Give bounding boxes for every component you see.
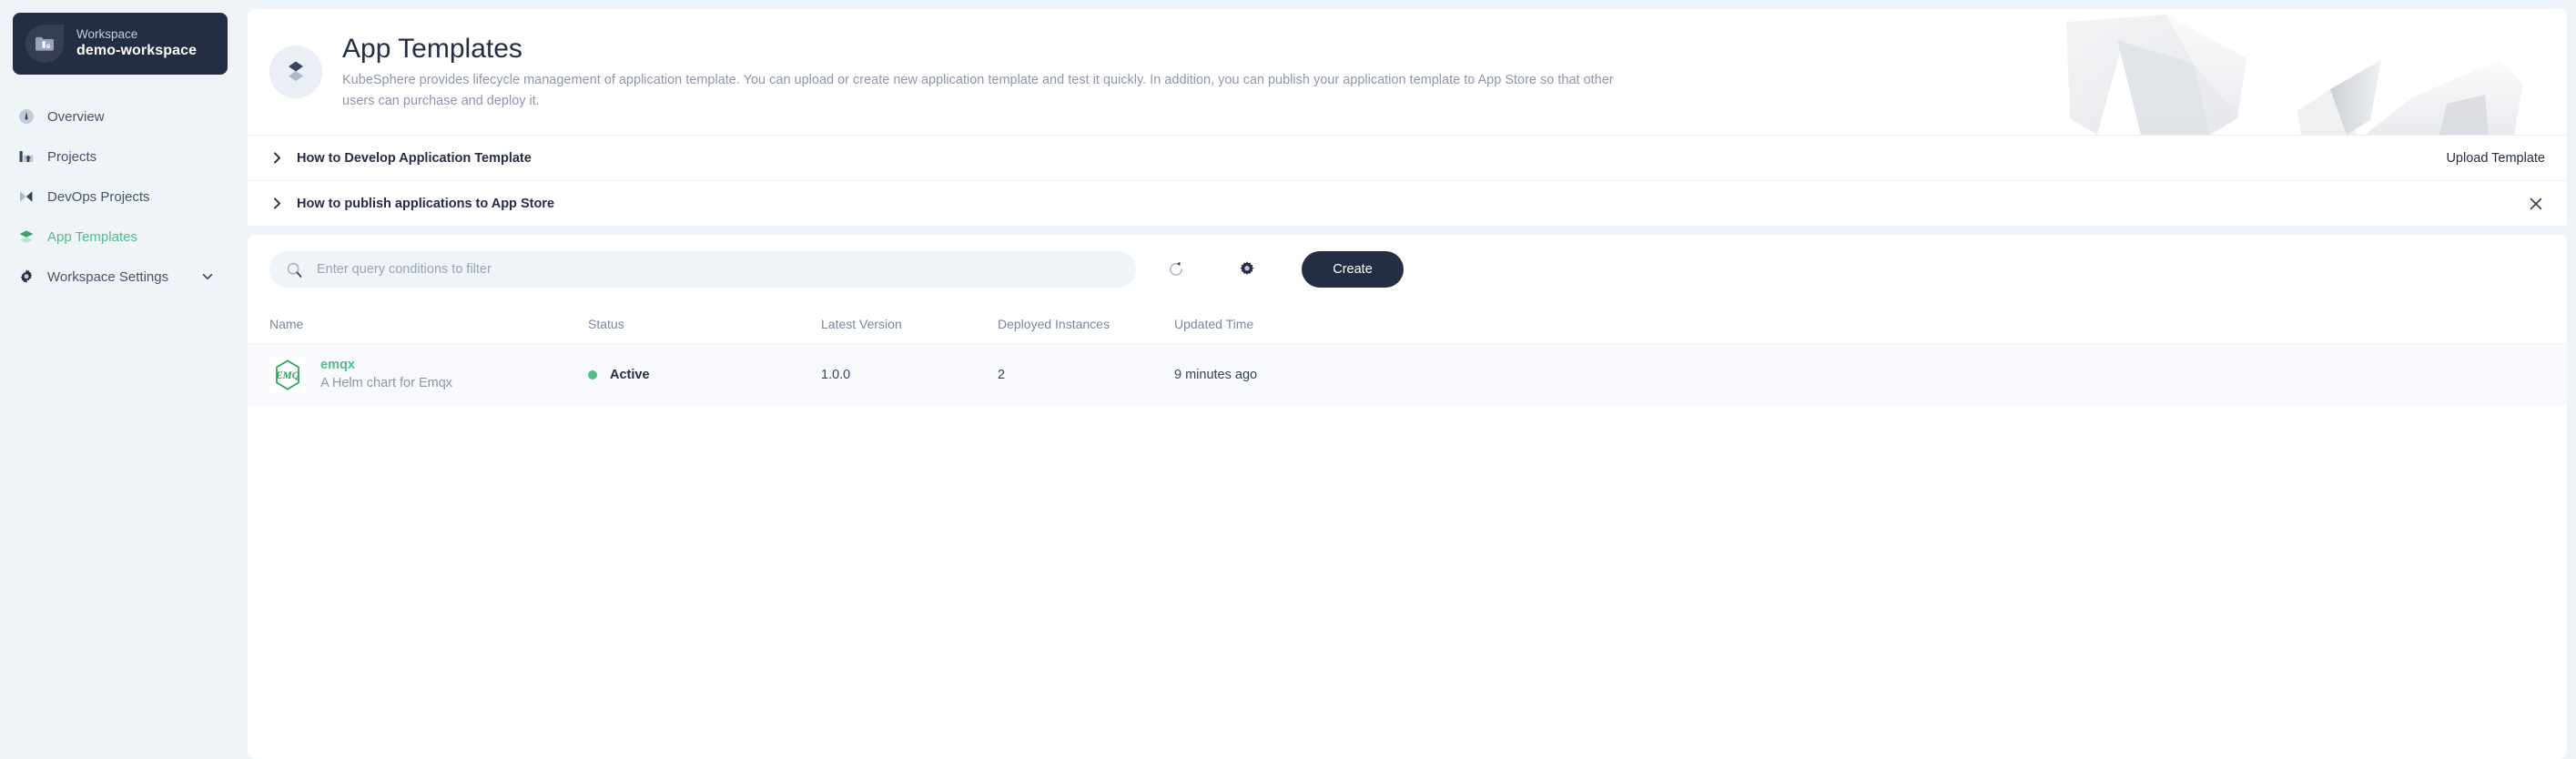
- chevron-right-icon[interactable]: [269, 150, 288, 166]
- devops-icon: [16, 187, 36, 207]
- status-dot-icon: [588, 370, 597, 380]
- cell-updated-time: 9 minutes ago: [1174, 368, 1258, 382]
- table-row[interactable]: EMQ emqx A Helm chart for Emqx Active 1.…: [248, 344, 2567, 406]
- workspace-card-text: Workspace demo-workspace: [76, 27, 197, 61]
- workspace-card-label: Workspace: [76, 26, 138, 41]
- page-banner: App Templates KubeSphere provides lifecy…: [248, 9, 2567, 135]
- column-header-deployed-instances: Deployed Instances: [998, 316, 1110, 331]
- layers-icon: [16, 227, 36, 247]
- chevron-down-icon[interactable]: [200, 269, 215, 284]
- sidebar-item-label: DevOps Projects: [47, 188, 150, 205]
- gear-icon[interactable]: [1229, 251, 1265, 288]
- sidebar-nav: Overview Projects DevOps Projects App Te…: [0, 96, 248, 297]
- template-name-link[interactable]: emqx: [320, 357, 452, 375]
- sidebar-item-projects[interactable]: Projects: [0, 137, 248, 177]
- page-title: App Templates: [342, 34, 522, 65]
- status-label: Active: [610, 368, 650, 382]
- column-header-name: Name: [269, 316, 304, 331]
- refresh-icon[interactable]: [1158, 251, 1194, 288]
- template-description: A Helm chart for Emqx: [320, 376, 453, 390]
- sidebar-item-workspace-settings[interactable]: Workspace Settings: [0, 257, 248, 297]
- layers-diamond-icon: [269, 46, 322, 98]
- accordion-publish-to-app-store[interactable]: How to publish applications to App Store: [248, 180, 2567, 226]
- page-description: KubeSphere provides lifecycle management…: [342, 73, 1614, 108]
- sidebar-item-devops-projects[interactable]: DevOps Projects: [0, 177, 248, 217]
- buildings-icon: [16, 147, 36, 167]
- svg-text:EMQ: EMQ: [275, 370, 299, 381]
- cell-status: Active: [588, 368, 821, 382]
- gear-icon: [16, 267, 36, 287]
- table-header: Name Status Latest Version Deployed Inst…: [248, 304, 2567, 344]
- folder-workspace-icon: [25, 25, 64, 63]
- close-icon[interactable]: [2527, 195, 2545, 213]
- sidebar-item-label: Projects: [47, 148, 97, 165]
- gauge-icon: [16, 106, 36, 126]
- name-cell-text: emqx A Helm chart for Emqx: [320, 357, 452, 392]
- column-header-latest-version: Latest Version: [821, 316, 902, 331]
- sidebar-item-app-templates[interactable]: App Templates: [0, 217, 248, 257]
- sidebar-item-overview[interactable]: Overview: [0, 96, 248, 137]
- accordion-title: How to Develop Application Template: [297, 150, 532, 166]
- sidebar-item-label: App Templates: [47, 228, 137, 245]
- column-header-updated-time: Updated Time: [1174, 316, 1254, 331]
- accordion-title: How to publish applications to App Store: [297, 196, 555, 211]
- accordion-develop-template[interactable]: How to Develop Application Template Uplo…: [248, 135, 2567, 180]
- cell-deployed-instances: 2: [998, 368, 1006, 382]
- column-header-status: Status: [588, 316, 624, 331]
- app-root: Workspace demo-workspace Overview Projec…: [0, 0, 2576, 759]
- workspace-card[interactable]: Workspace demo-workspace: [13, 13, 228, 75]
- search-input[interactable]: [317, 262, 1120, 277]
- templates-panel: Create Name Status Latest Version Deploy…: [248, 235, 2567, 759]
- sidebar-item-label: Overview: [47, 108, 105, 125]
- chevron-right-icon[interactable]: [269, 196, 288, 211]
- search-icon: [286, 261, 304, 278]
- cell-latest-version: 1.0.0: [821, 368, 851, 382]
- status-badge: Active: [588, 368, 821, 382]
- search-box[interactable]: [269, 251, 1136, 288]
- table-toolbar: Create: [248, 235, 2567, 304]
- sidebar-item-label: Workspace Settings: [47, 268, 169, 285]
- cell-name: EMQ emqx A Helm chart for Emqx: [269, 357, 588, 393]
- upload-template-button[interactable]: Upload Template: [2446, 151, 2545, 166]
- create-button[interactable]: Create: [1302, 251, 1404, 288]
- sidebar: Workspace demo-workspace Overview Projec…: [0, 0, 248, 759]
- workspace-card-name: demo-workspace: [76, 43, 198, 59]
- emq-hexagon-logo: EMQ: [269, 357, 306, 393]
- main-content: App Templates KubeSphere provides lifecy…: [248, 0, 2576, 759]
